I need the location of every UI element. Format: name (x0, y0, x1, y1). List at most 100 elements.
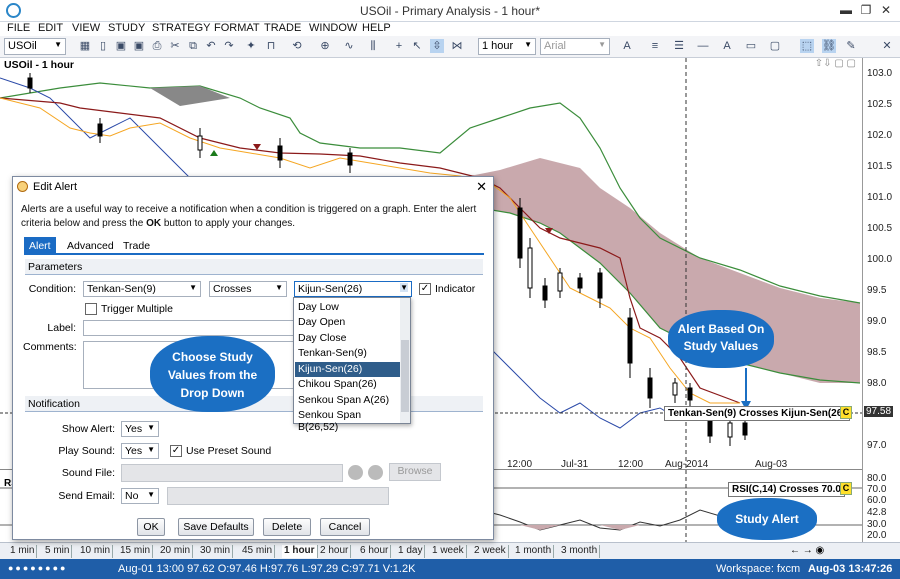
tab-3month[interactable]: 3 month (559, 545, 601, 558)
fill-color-icon[interactable]: ▭ (744, 39, 758, 53)
menu-format[interactable]: FORMAT (214, 22, 260, 34)
dropdown-item[interactable]: Tenkan-Sen(9) (295, 346, 400, 361)
line-style-icon[interactable]: ≡ (648, 39, 662, 53)
link-icon[interactable]: ⛓ (822, 39, 836, 53)
tab-2hour[interactable]: 2 hour (318, 545, 352, 558)
trigger-multiple-checkbox[interactable] (85, 303, 97, 315)
dropdown-item[interactable]: Day Close (295, 331, 400, 346)
menu-window[interactable]: WINDOW (309, 22, 357, 34)
symbol-select[interactable]: USOil ▼ (4, 38, 66, 55)
tab-10min[interactable]: 10 min (78, 545, 114, 558)
cursor-icon[interactable]: ↖ (410, 39, 424, 53)
menu-view[interactable]: VIEW (72, 22, 100, 34)
copy-icon[interactable]: ⧉ (186, 39, 200, 53)
tab-trade[interactable]: Trade (118, 237, 155, 255)
cut-icon[interactable]: ✂ (168, 39, 182, 53)
print-icon[interactable]: ⎙ (150, 39, 164, 53)
border-icon[interactable]: ▢ (768, 39, 782, 53)
dropdown-item[interactable]: Day Low (295, 300, 400, 315)
menu-study[interactable]: STUDY (108, 22, 145, 34)
new-file-icon[interactable]: ▯ (96, 39, 110, 53)
tab-45min[interactable]: 45 min (240, 545, 276, 558)
timeframe-select[interactable]: 1 hour ▼ (478, 38, 536, 55)
tab-2week[interactable]: 2 week (472, 545, 509, 558)
dialog-close-button[interactable]: ✕ (476, 179, 487, 195)
redo-icon[interactable]: ↷ (222, 39, 236, 53)
browse-button[interactable]: Browse (389, 463, 441, 481)
condition-right-select[interactable]: Kijun-Sen(26) ▼ (294, 281, 412, 297)
play-sound-select[interactable]: Yes ▼ (121, 443, 159, 459)
rsi-alert-badge[interactable]: C (840, 482, 852, 495)
email-address-input[interactable] (167, 487, 389, 505)
show-alert-select[interactable]: Yes ▼ (121, 421, 159, 437)
chart-alert-label[interactable]: Tenkan-Sen(9) Crosses Kijun-Sen(26) (664, 406, 850, 421)
font-size-icon[interactable]: A (620, 39, 634, 53)
undo-icon[interactable]: ↶ (204, 39, 218, 53)
menu-trade[interactable]: TRADE (264, 22, 301, 34)
tab-30min[interactable]: 30 min (198, 545, 234, 558)
tab-1month[interactable]: 1 month (513, 545, 555, 558)
save-defaults-button[interactable]: Save Defaults (178, 518, 254, 536)
chart-alert-badge[interactable]: C (840, 406, 852, 419)
rsi-alert-label[interactable]: RSI(C,14) Crosses 70.0 (728, 482, 845, 497)
send-email-select[interactable]: No ▼ (121, 488, 159, 504)
tab-alert[interactable]: Alert (24, 237, 56, 255)
layout-icon[interactable]: ⋈ (450, 39, 464, 53)
tab-1week[interactable]: 1 week (430, 545, 467, 558)
text-color-icon[interactable]: A (720, 39, 734, 53)
tab-advanced[interactable]: Advanced (62, 237, 119, 255)
indicator-checkbox[interactable]: ✓ (419, 283, 431, 295)
close-toolbar-icon[interactable]: ✕ (880, 39, 894, 53)
wand-icon[interactable]: ✦ (244, 39, 258, 53)
save-icon[interactable]: ▣ (114, 39, 128, 53)
tab-1day[interactable]: 1 day (396, 545, 426, 558)
scrollbar-thumb[interactable] (401, 340, 409, 412)
condition-left-select[interactable]: Tenkan-Sen(9) ▼ (83, 281, 201, 297)
play-sound-icon[interactable] (348, 465, 363, 480)
condition-operator-select[interactable]: Crosses ▼ (209, 281, 287, 297)
save-as-icon[interactable]: ▣ (132, 39, 146, 53)
price-axis[interactable]: 103.0 102.5 102.0 101.5 101.0 100.5 100.… (862, 58, 900, 542)
cancel-button[interactable]: Cancel (320, 518, 370, 536)
pan-controls-icon[interactable]: ← → ◉ (790, 545, 824, 556)
label-input[interactable] (83, 320, 295, 336)
delete-button[interactable]: Delete (263, 518, 311, 536)
crosshair-icon[interactable]: + (392, 39, 406, 53)
dropdown-item[interactable]: Senkou Span A(26) (295, 393, 400, 408)
menu-help[interactable]: HELP (362, 22, 391, 34)
line-width-icon[interactable]: ☰ (672, 39, 686, 53)
line-color-icon[interactable]: — (696, 39, 710, 53)
chart-type-icon[interactable]: ▦ (78, 39, 92, 53)
stop-sound-icon[interactable] (368, 465, 383, 480)
magnet-icon[interactable]: ⊓ (264, 39, 278, 53)
bar-chart-icon[interactable]: ⫼ (366, 39, 380, 53)
tab-20min[interactable]: 20 min (158, 545, 194, 558)
menu-file[interactable]: FILE (7, 22, 30, 34)
tab-6hour[interactable]: 6 hour (358, 545, 392, 558)
font-select[interactable]: Arial ▼ (540, 38, 610, 55)
use-preset-sound-checkbox[interactable]: ✓ (170, 445, 182, 457)
menu-strategy[interactable]: STRATEGY (152, 22, 210, 34)
zoom-in-icon[interactable]: ⊕ (318, 39, 332, 53)
scale-icon[interactable]: ⇳ (430, 39, 444, 53)
dropdown-item[interactable]: Senkou Span B(26,52) (295, 408, 400, 433)
restore-button[interactable]: ❐ (858, 3, 874, 17)
minimize-button[interactable]: ▬ (838, 3, 854, 17)
close-window-button[interactable]: ✕ (878, 3, 894, 17)
sound-file-input[interactable] (121, 464, 343, 482)
tab-5min[interactable]: 5 min (43, 545, 73, 558)
tab-1hour[interactable]: 1 hour (282, 545, 318, 558)
menu-edit[interactable]: EDIT (38, 22, 63, 34)
dropdown-item[interactable]: Day Open (295, 315, 400, 330)
chart-nav-icons[interactable]: ⇧⇩ ▢ ▢ (815, 58, 856, 69)
dropdown-item[interactable]: Chikou Span(26) (295, 377, 400, 392)
study-icon[interactable]: ∿ (342, 39, 356, 53)
pan-icon[interactable]: ⟲ (290, 39, 304, 53)
tab-15min[interactable]: 15 min (118, 545, 154, 558)
dropdown-item-selected[interactable]: Kijun-Sen(26) (295, 362, 400, 377)
dropdown-scrollbar[interactable] (400, 298, 410, 423)
tool-toggle-icon[interactable]: ⬚ (800, 39, 814, 53)
draw-icon[interactable]: ✎ (844, 39, 858, 53)
ok-button[interactable]: OK (137, 518, 165, 536)
tab-1min[interactable]: 1 min (8, 545, 38, 558)
